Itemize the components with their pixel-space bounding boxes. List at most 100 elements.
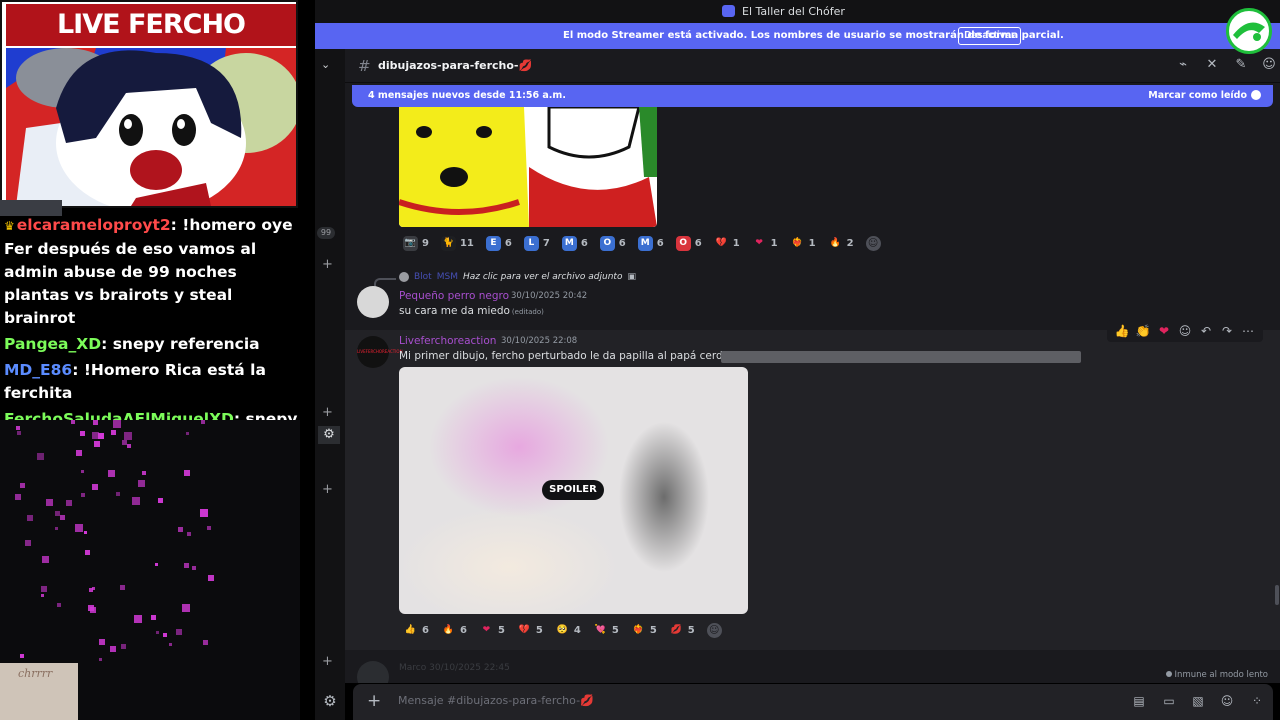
- reaction[interactable]: 🔥 6: [437, 620, 471, 640]
- forward-icon[interactable]: ↷: [1218, 322, 1236, 340]
- reaction[interactable]: 📷 9: [399, 233, 433, 253]
- avatar[interactable]: [357, 661, 389, 683]
- reply-reference[interactable]: Blot MSM Haz clic para ver el archivo ad…: [399, 272, 636, 282]
- particle: [70, 420, 75, 424]
- add-icon[interactable]: +: [322, 405, 333, 420]
- heart-icon[interactable]: ❤: [1155, 322, 1173, 340]
- reactions-row: 📷 9 🐈 11 E6 L7 M6 O6 M6 O6 💔 1 ❤ 1 ❤‍🔥 1 🔥 2 ☺: [399, 233, 885, 253]
- reaction[interactable]: 💔 1: [710, 233, 744, 253]
- particle: [201, 420, 206, 424]
- user-settings-icon[interactable]: ⚙: [315, 692, 345, 710]
- emoji-icon[interactable]: ☺: [1219, 694, 1235, 710]
- reaction-count: 4: [573, 624, 581, 636]
- reaction[interactable]: ❤‍🔥 5: [627, 620, 661, 640]
- add-reaction[interactable]: ☺: [703, 620, 726, 640]
- message-hovered[interactable]: LIVEFERCHOREACTION Liveferchoreaction 30…: [345, 320, 1280, 650]
- reaction[interactable]: O6: [596, 233, 630, 253]
- particle: [207, 575, 214, 582]
- reaction-emoji: ❤‍🔥: [791, 237, 803, 248]
- hidden-text-spoiler[interactable]: [721, 351, 1081, 363]
- channel-header: # dibujazos-para-fercho-💋 ⌁ ✕ ✎ ☺: [345, 49, 1280, 83]
- spoiler-button[interactable]: SPOILER: [542, 480, 604, 500]
- add-reaction-icon[interactable]: ☺: [1176, 322, 1194, 340]
- reaction[interactable]: ❤‍🔥 1: [786, 233, 820, 253]
- threads-icon[interactable]: ⌁: [1175, 57, 1191, 73]
- reaction[interactable]: ❤ 5: [475, 620, 509, 640]
- gift-icon[interactable]: ▤: [1131, 694, 1147, 710]
- reaction[interactable]: ❤ 1: [748, 233, 782, 253]
- avatar[interactable]: [357, 286, 389, 318]
- add-icon[interactable]: +: [322, 257, 333, 272]
- edited-label: (editado): [511, 308, 544, 316]
- reaction[interactable]: 👍 6: [399, 620, 433, 640]
- gear-icon[interactable]: ⚙: [318, 426, 340, 444]
- add-reaction[interactable]: ☺: [862, 233, 885, 253]
- reaction[interactable]: E6: [482, 233, 516, 253]
- reply-jump-link[interactable]: Haz clic para ver el archivo adjunto: [463, 272, 623, 282]
- reaction[interactable]: L7: [520, 233, 554, 253]
- reaction-emoji: 🔥: [829, 237, 841, 248]
- add-reaction-icon: ☺: [706, 622, 722, 638]
- reaction[interactable]: 💋 5: [665, 620, 699, 640]
- particle: [157, 497, 163, 503]
- reaction-emoji: ❤‍🔥: [632, 624, 644, 635]
- chat-username: Pangea_XD: [4, 335, 102, 353]
- reaction-emoji: 👍: [404, 624, 417, 635]
- more-icon[interactable]: ⋯: [1239, 322, 1257, 340]
- reply-icon[interactable]: ↶: [1197, 322, 1215, 340]
- message-author[interactable]: Liveferchoreaction: [399, 335, 496, 347]
- particle: [98, 658, 102, 662]
- thumbs-up-icon[interactable]: 👍: [1113, 322, 1131, 340]
- reaction[interactable]: 🔥 2: [824, 233, 858, 253]
- spoiler-image[interactable]: SPOILER ☝: [399, 367, 748, 614]
- reaction-emoji: 🐈: [440, 235, 456, 251]
- particle: [88, 588, 93, 593]
- reaction-emoji: 🔥: [442, 624, 455, 635]
- mark-as-read-button[interactable]: Marcar como leído: [1148, 90, 1247, 101]
- new-messages-bar[interactable]: 4 mensajes nuevos desde 11:56 a.m. Marca…: [352, 85, 1273, 107]
- reaction-count: 6: [618, 237, 626, 249]
- attach-plus-icon[interactable]: +: [367, 691, 381, 711]
- reaction[interactable]: 💔 5: [513, 620, 547, 640]
- message-input[interactable]: [398, 694, 1098, 707]
- add-icon[interactable]: +: [322, 482, 333, 497]
- reaction[interactable]: O6: [672, 233, 706, 253]
- disable-streamer-button[interactable]: Desactivar: [958, 27, 1021, 45]
- particle: [14, 494, 21, 501]
- particle: [60, 514, 66, 520]
- message-list[interactable]: 4 mensajes nuevos desde 11:56 a.m. Marca…: [345, 83, 1280, 683]
- reaction[interactable]: M6: [634, 233, 668, 253]
- members-icon[interactable]: ☺: [1261, 57, 1277, 73]
- reaction[interactable]: 🥺 4: [551, 620, 585, 640]
- reaction-emoji: ❤: [755, 237, 763, 248]
- reaction-emoji: L: [523, 235, 539, 251]
- add-icon[interactable]: +: [322, 654, 333, 669]
- corner-sticker: chrrrr: [0, 663, 78, 720]
- apps-icon[interactable]: ⁘: [1249, 694, 1265, 710]
- pin-icon[interactable]: ✎: [1233, 57, 1249, 73]
- crown-icon: ♛: [4, 219, 15, 233]
- particle: [80, 430, 85, 436]
- particle: [27, 514, 34, 521]
- avatar[interactable]: LIVEFERCHOREACTION: [357, 336, 403, 368]
- particle: [133, 615, 142, 624]
- message-author[interactable]: Pequeño perro negro: [399, 290, 509, 302]
- banner-cartoon-art: [6, 48, 296, 206]
- particle: [112, 420, 121, 428]
- chevron-down-icon[interactable]: ⌄: [321, 58, 330, 71]
- sticker-text: chrrrr: [18, 667, 53, 680]
- particle: [92, 420, 98, 425]
- reaction[interactable]: 🐈 11: [437, 233, 478, 253]
- mute-icon[interactable]: ✕: [1204, 57, 1220, 73]
- scrollbar-thumb[interactable]: [1275, 585, 1279, 605]
- image-attachment[interactable]: [399, 107, 657, 227]
- sticker-icon[interactable]: ▧: [1190, 694, 1206, 710]
- message-author-faded: Marco 30/10/2025 22:45: [399, 663, 510, 673]
- clap-icon[interactable]: 👏: [1134, 322, 1152, 340]
- reaction-count: 6: [694, 237, 702, 249]
- particle: [92, 432, 100, 440]
- particle: [137, 479, 145, 487]
- reaction[interactable]: 💘 5: [589, 620, 623, 640]
- reaction[interactable]: M6: [558, 233, 592, 253]
- gif-icon[interactable]: ▭: [1161, 694, 1177, 710]
